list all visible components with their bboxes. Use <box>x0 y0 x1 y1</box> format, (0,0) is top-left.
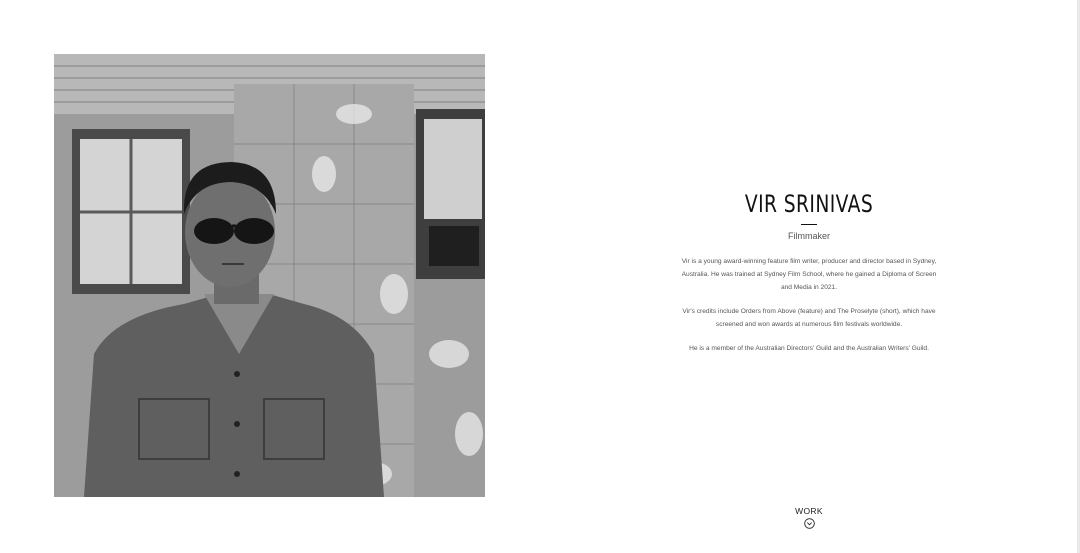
bio-paragraph-1: Vir is a young award-winning feature fil… <box>681 258 937 291</box>
portrait-photo <box>54 54 485 497</box>
work-label[interactable]: WORK <box>779 506 839 516</box>
chevron-down-circle-icon[interactable] <box>803 518 815 529</box>
work-nav-link[interactable]: WORK <box>779 506 839 529</box>
profile-role: Filmmaker <box>788 231 830 241</box>
bio-paragraph-3: He is a member of the Australian Directo… <box>689 345 929 352</box>
bio-section: VIR SRINIVAS Filmmaker Vir is a young aw… <box>680 186 938 366</box>
page: VIR SRINIVAS Filmmaker Vir is a young aw… <box>0 0 1080 553</box>
title-divider <box>801 224 817 225</box>
profile-name: VIR SRINIVAS <box>744 190 874 218</box>
bio-paragraph-2: Vir's credits include Orders from Above … <box>682 308 936 328</box>
